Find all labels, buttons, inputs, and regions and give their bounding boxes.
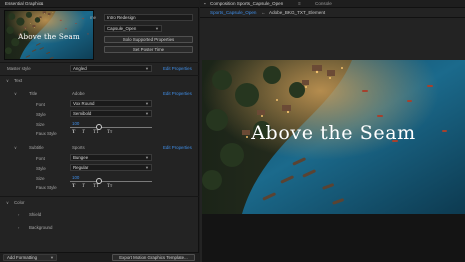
- add-formatting-label: Add Formatting: [7, 255, 38, 260]
- composition-viewer[interactable]: Above the Seam: [202, 60, 465, 214]
- subtitle-font-value: Bungee: [73, 155, 89, 160]
- twirl-down-icon[interactable]: ∨: [14, 91, 17, 96]
- breadcrumb-sports-capsule-open[interactable]: Sports_Capsule_Open: [210, 10, 256, 16]
- title-faux-style-label: Faux Style: [36, 131, 57, 136]
- template-name-field[interactable]: Intro Redesign: [104, 14, 193, 21]
- comp-lock-icon[interactable]: ▪: [204, 1, 206, 7]
- subtitle-faux-style-label: Faux Style: [36, 185, 57, 190]
- subtitle-style-select[interactable]: Regular ▼: [70, 164, 152, 171]
- subtitle-size-value[interactable]: 100: [72, 175, 79, 180]
- color-item-shield[interactable]: Shield: [29, 212, 41, 217]
- title-value: Adobe: [72, 91, 85, 96]
- title-style-value: Semibold: [73, 111, 92, 116]
- folder-select[interactable]: Capsule_Open ▼: [104, 25, 162, 32]
- tab-console[interactable]: Console: [315, 1, 332, 7]
- tab-composition[interactable]: Composition Sports_Capsule_Open: [210, 1, 283, 7]
- divider: [0, 75, 199, 76]
- subtitle-style-value: Regular: [73, 165, 89, 170]
- thumbnail-title: Above the Seam: [18, 32, 80, 41]
- master-style-value: Angled: [73, 66, 87, 71]
- small-caps-icon[interactable]: Tт: [107, 184, 112, 189]
- chevron-down-icon: ▼: [145, 111, 149, 116]
- title-font-select[interactable]: Vox Round ▼: [70, 100, 152, 107]
- set-poster-time-button[interactable]: Set Poster Time: [104, 46, 193, 53]
- chevron-down-icon: ▼: [155, 26, 159, 31]
- subtitle-font-select[interactable]: Bungee ▼: [70, 154, 152, 161]
- master-style-select[interactable]: Angled ▼: [70, 65, 152, 72]
- title-style-label: Style: [36, 112, 46, 117]
- title-label: Title: [29, 91, 38, 96]
- title-style-select[interactable]: Semibold ▼: [70, 110, 152, 117]
- subtitle-font-label: Font: [36, 156, 45, 161]
- twirl-right-icon[interactable]: ›: [18, 225, 19, 230]
- title-size-slider-track[interactable]: [70, 127, 152, 128]
- folder-select-value: Capsule_Open: [107, 26, 137, 31]
- twirl-down-icon[interactable]: ∨: [6, 200, 9, 205]
- comp-tab-bar: ▪ Composition Sports_Capsule_Open ≡ Cons…: [200, 0, 465, 8]
- twirl-down-icon[interactable]: ∨: [14, 145, 17, 150]
- title-edit-properties-link[interactable]: Edit Properties: [163, 91, 192, 96]
- faux-bold-icon[interactable]: T: [72, 130, 75, 135]
- comp-breadcrumb-bar: Sports_Capsule_Open ← Adobe_BKG_TXT_Elem…: [200, 8, 465, 18]
- divider: [0, 196, 199, 197]
- subtitle-label: Subtitle: [29, 145, 44, 150]
- panel-menu-icon[interactable]: ≡: [40, 1, 43, 7]
- master-style-label: Master style: [7, 66, 31, 71]
- title-size-label: Size: [36, 122, 45, 127]
- essential-graphics-panel: Essential Graphics ≡ Above the Seam me I…: [0, 0, 199, 262]
- solo-supported-properties-button[interactable]: Solo Supported Properties: [104, 36, 193, 43]
- divider: [0, 62, 199, 63]
- faux-bold-icon[interactable]: T: [72, 184, 75, 189]
- subtitle-style-label: Style: [36, 166, 46, 171]
- viewer-title-text[interactable]: Above the Seam: [202, 122, 465, 144]
- panel-menu-icon[interactable]: ≡: [298, 1, 301, 7]
- composition-panel: ▪ Composition Sports_Capsule_Open ≡ Cons…: [200, 0, 465, 262]
- small-caps-icon[interactable]: Tт: [107, 130, 112, 135]
- viewer-pasteboard: [202, 214, 465, 262]
- chevron-down-icon: ▼: [50, 255, 54, 260]
- text-section-label: Text: [14, 78, 23, 83]
- eg-tab-bar: Essential Graphics ≡: [0, 0, 199, 8]
- twirl-right-icon[interactable]: ›: [18, 212, 19, 217]
- name-label: me: [90, 15, 97, 20]
- add-formatting-select[interactable]: Add Formatting ▼: [3, 254, 57, 261]
- subtitle-value: Sports: [72, 145, 85, 150]
- breadcrumb-adobe-bkg-txt-element[interactable]: Adobe_BKG_TXT_Element: [269, 10, 325, 16]
- twirl-down-icon[interactable]: ∨: [6, 78, 9, 83]
- eg-bottom-bar: Add Formatting ▼ Export Motion Graphics …: [0, 252, 199, 262]
- chevron-down-icon: ▼: [145, 165, 149, 170]
- color-section-label: Color: [14, 200, 25, 205]
- title-size-value[interactable]: 100: [72, 121, 79, 126]
- subtitle-size-slider-track[interactable]: [70, 181, 152, 182]
- subtitle-edit-properties-link[interactable]: Edit Properties: [163, 145, 192, 150]
- chevron-down-icon: ▼: [145, 66, 149, 71]
- faux-italic-icon[interactable]: T: [82, 184, 85, 189]
- export-motion-graphics-template-button[interactable]: Export Motion Graphics Template...: [112, 254, 195, 261]
- subtitle-size-label: Size: [36, 176, 45, 181]
- color-item-background[interactable]: Background: [29, 225, 52, 230]
- chevron-down-icon: ▼: [145, 155, 149, 160]
- all-caps-icon[interactable]: TT: [93, 184, 99, 189]
- all-caps-icon[interactable]: TT: [93, 130, 99, 135]
- master-edit-properties-link[interactable]: Edit Properties: [163, 66, 192, 71]
- title-font-label: Font: [36, 102, 45, 107]
- breadcrumb-arrow-icon: ←: [261, 10, 266, 15]
- faux-italic-icon[interactable]: T: [82, 130, 85, 135]
- chevron-down-icon: ▼: [145, 101, 149, 106]
- poster-thumbnail: Above the Seam: [4, 10, 94, 60]
- title-font-value: Vox Round: [73, 101, 95, 106]
